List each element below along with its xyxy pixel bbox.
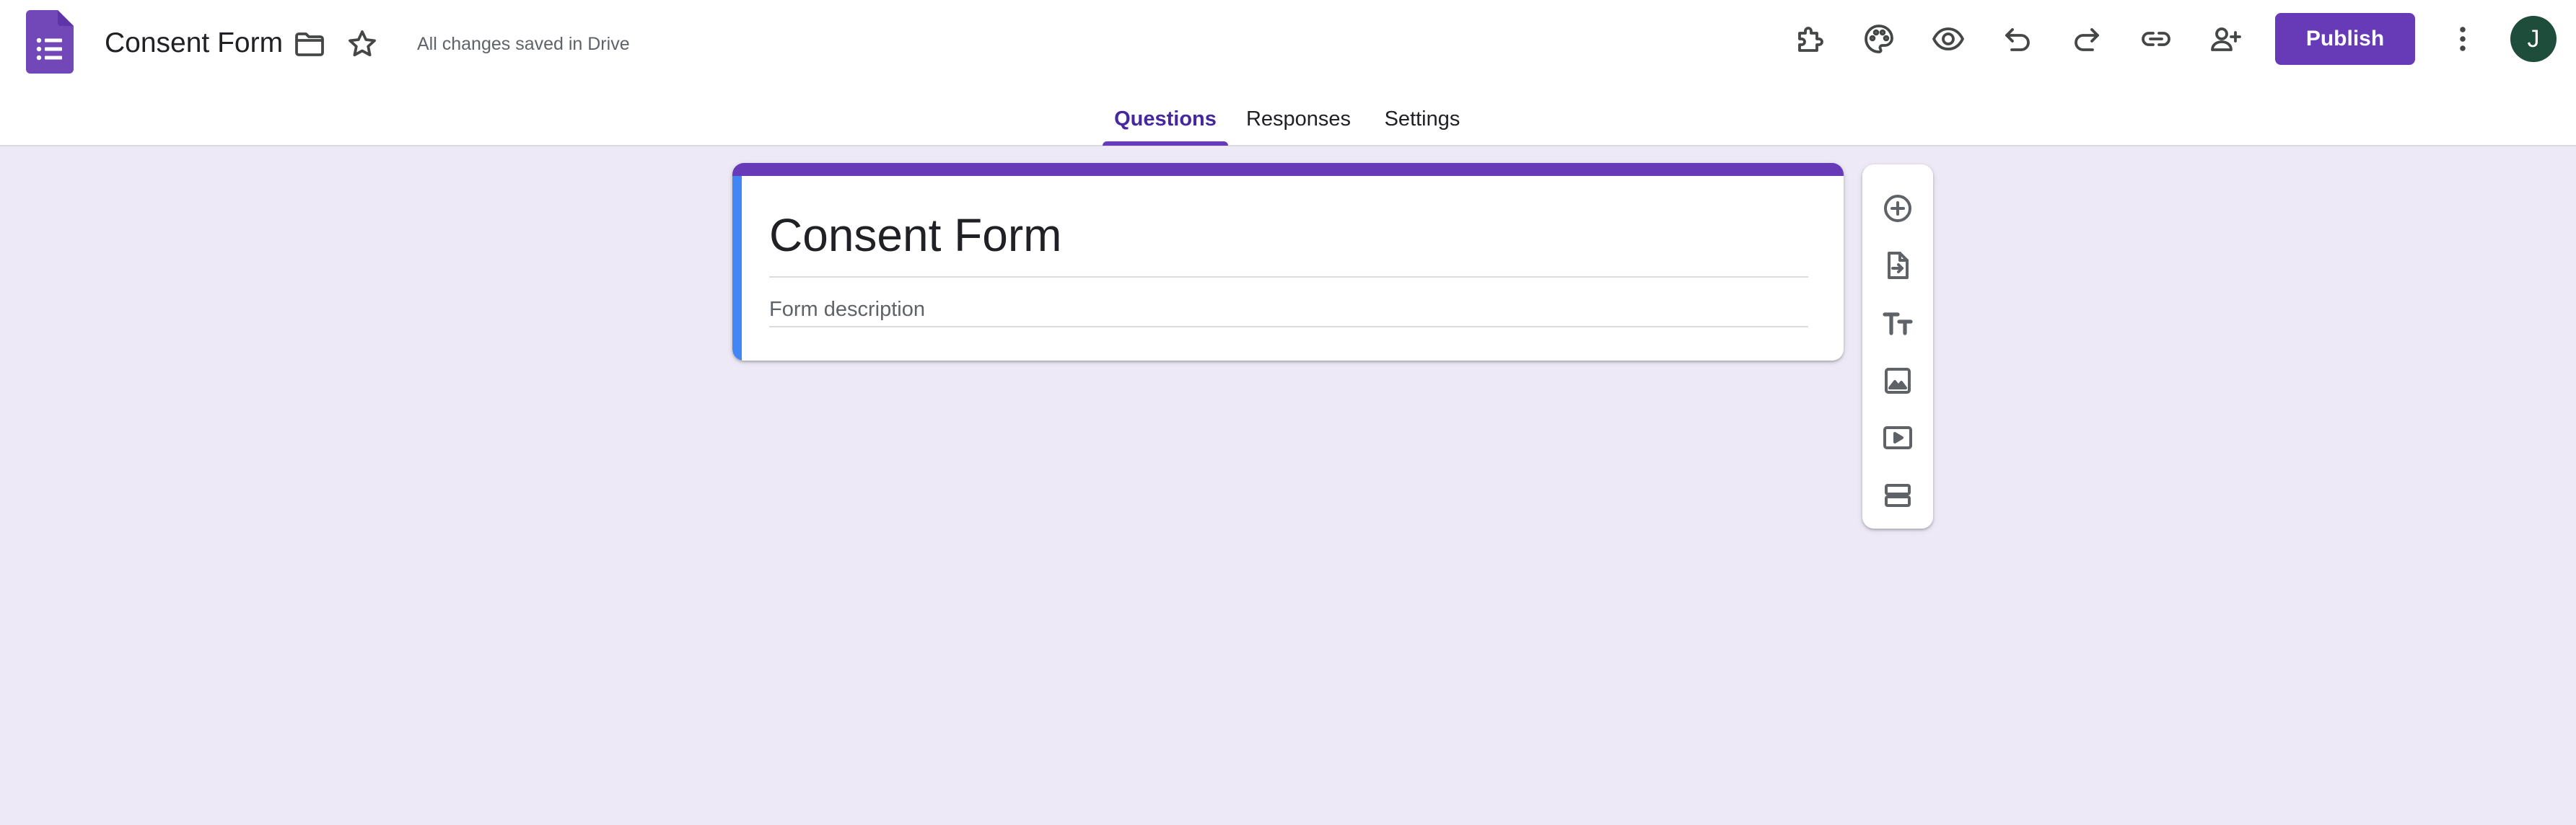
add-ons-puzzle-icon[interactable]	[1784, 13, 1836, 65]
active-tab-indicator	[1103, 141, 1228, 146]
folder-icon[interactable]	[284, 18, 336, 70]
undo-icon[interactable]	[1992, 13, 2043, 65]
divider	[769, 276, 1808, 278]
tab-bar: Questions Responses Settings	[0, 101, 2576, 146]
google-forms-icon[interactable]	[26, 10, 74, 74]
form-description-input[interactable]: Form description	[769, 296, 1808, 323]
add-video-icon[interactable]	[1872, 412, 1924, 464]
redo-icon[interactable]	[2061, 13, 2113, 65]
tab-settings[interactable]: Settings	[1371, 101, 1473, 146]
import-questions-icon[interactable]	[1872, 239, 1924, 291]
add-image-icon[interactable]	[1872, 355, 1924, 407]
tab-responses[interactable]: Responses	[1239, 101, 1358, 146]
add-title-description-icon[interactable]	[1872, 297, 1924, 349]
card-accent-bar	[732, 163, 1844, 176]
publish-button[interactable]: Publish	[2275, 13, 2415, 65]
floating-toolbar	[1862, 164, 1933, 529]
add-collaborator-icon[interactable]	[2199, 13, 2251, 65]
palette-icon[interactable]	[1853, 13, 1905, 65]
add-question-icon[interactable]	[1872, 182, 1924, 234]
app-header: Consent Form All changes saved in Drive …	[0, 0, 2576, 146]
preview-eye-icon[interactable]	[1922, 13, 1974, 65]
save-status-text: All changes saved in Drive	[417, 34, 630, 54]
add-section-icon[interactable]	[1872, 469, 1924, 521]
form-title-input[interactable]: Consent Form	[769, 206, 1808, 264]
divider	[769, 326, 1808, 327]
form-header-card[interactable]: Consent Form Form description	[732, 163, 1844, 361]
more-vert-icon[interactable]	[2437, 13, 2489, 65]
link-icon[interactable]	[2130, 13, 2182, 65]
card-focus-indicator	[732, 176, 742, 361]
avatar[interactable]: J	[2510, 16, 2557, 62]
tab-questions[interactable]: Questions	[1103, 101, 1228, 146]
tab-label: Questions	[1114, 107, 1217, 131]
tab-label: Responses	[1245, 107, 1351, 131]
tab-label: Settings	[1384, 107, 1460, 131]
star-icon[interactable]	[336, 18, 388, 70]
document-title[interactable]: Consent Form	[105, 25, 283, 62]
